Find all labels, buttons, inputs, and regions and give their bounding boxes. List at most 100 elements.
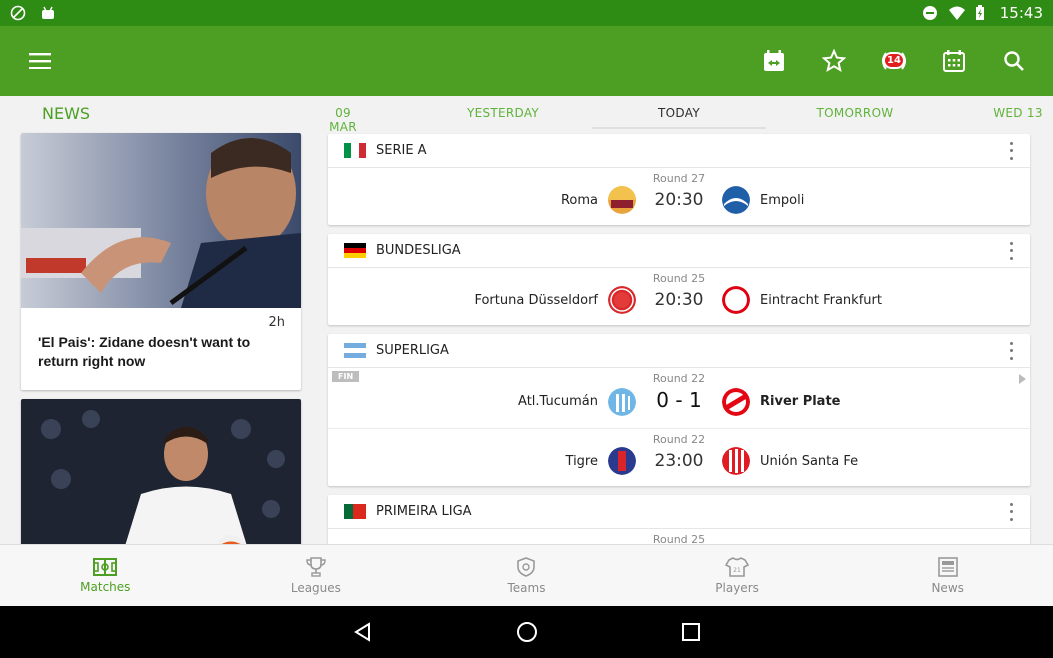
home-icon[interactable]	[515, 620, 539, 644]
match-time: 23:00	[654, 451, 704, 471]
clock: 15:43	[999, 4, 1043, 22]
pitch-icon	[93, 557, 118, 576]
empoli-crest-icon	[722, 186, 750, 214]
live-matches-icon[interactable]: 14	[873, 40, 915, 82]
menu-icon[interactable]	[20, 41, 60, 81]
nav-players[interactable]: 21 Players	[632, 545, 843, 606]
tab-date-past[interactable]: 09 MAR	[322, 106, 364, 134]
favorites-star-icon[interactable]	[813, 40, 855, 82]
league-name: SUPERLIGA	[376, 343, 449, 358]
nav-news[interactable]: News	[842, 545, 1053, 606]
match-time: 20:30	[654, 290, 704, 310]
news-section-title: NEWS	[42, 104, 91, 123]
tab-tomorrow[interactable]: TOMORROW	[794, 106, 916, 120]
nav-label: Leagues	[290, 580, 341, 595]
more-options-icon[interactable]	[1006, 341, 1016, 360]
recents-icon[interactable]	[679, 620, 703, 644]
river-plate-crest-icon	[722, 388, 750, 416]
tab-today[interactable]: TODAY	[592, 106, 766, 120]
league-header[interactable]: SERIE A	[328, 134, 1030, 168]
tab-date-future[interactable]: WED 13	[988, 106, 1048, 120]
nav-label: Matches	[80, 579, 131, 594]
away-team: Empoli	[760, 193, 805, 208]
league-header[interactable]: SUPERLIGA	[328, 334, 1030, 368]
date-switch-icon[interactable]	[753, 40, 795, 82]
jersey-icon: 21	[725, 556, 750, 577]
newspaper-icon	[937, 556, 958, 577]
home-team: Roma	[560, 193, 598, 208]
status-bar: 15:43	[0, 0, 1053, 26]
away-team: River Plate	[760, 394, 841, 409]
italy-flag-icon	[344, 143, 366, 158]
league-name: PRIMEIRA LIGA	[376, 504, 472, 519]
news-panel: NEWS 2h 'El Pais': Zidane doesn't want t…	[0, 96, 322, 544]
app-bar: 14	[0, 26, 1053, 96]
league-name: BUNDESLIGA	[376, 243, 461, 258]
news-headline: 'El Pais': Zidane doesn't want to return…	[38, 334, 251, 369]
match-round: Round 25	[652, 272, 706, 285]
match-row[interactable]: Round 22 Tigre 23:00 Unión Santa Fe	[328, 429, 1030, 486]
fortuna-crest-icon	[608, 286, 636, 314]
more-options-icon[interactable]	[1006, 241, 1016, 260]
match-row[interactable]: FIN Round 22 Atl.Tucumán 0 - 1 River Pla…	[328, 368, 1030, 429]
sync-off-icon	[10, 5, 26, 21]
tab-yesterday[interactable]: YESTERDAY	[442, 106, 564, 120]
union-crest-icon	[722, 447, 750, 475]
germany-flag-icon	[344, 243, 366, 258]
league-header[interactable]: PRIMEIRA LIGA	[328, 495, 1030, 529]
roma-crest-icon	[608, 186, 636, 214]
match-round: Round 27	[652, 172, 706, 185]
home-team: Fortuna Düsseldorf	[474, 293, 598, 308]
trophy-icon	[306, 556, 326, 577]
date-tabs: 09 MAR YESTERDAY TODAY TOMORROW WED 13	[322, 96, 1053, 134]
news-card[interactable]: 2h 'El Pais': Zidane doesn't want to ret…	[21, 133, 301, 390]
league-card: BUNDESLIGA Round 25 Fortuna Düsseldorf 2…	[328, 234, 1030, 325]
news-time: 2h	[268, 315, 285, 330]
tab-indicator	[592, 127, 766, 129]
league-name: SERIE A	[376, 143, 427, 158]
search-icon[interactable]	[993, 40, 1035, 82]
match-score: 0 - 1	[656, 388, 702, 412]
home-team: Tigre	[565, 454, 598, 469]
nav-teams[interactable]: Teams	[421, 545, 632, 606]
nav-label: Players	[715, 580, 759, 595]
frankfurt-crest-icon	[722, 286, 750, 314]
nav-label: News	[931, 580, 964, 595]
back-icon[interactable]	[351, 620, 375, 644]
league-card: SUPERLIGA FIN Round 22 Atl.Tucumán 0 - 1…	[328, 334, 1030, 486]
portugal-flag-icon	[344, 504, 366, 519]
calendar-icon[interactable]	[933, 40, 975, 82]
tucuman-crest-icon	[608, 388, 636, 416]
shield-icon	[517, 556, 536, 577]
live-count-badge: 14	[883, 52, 905, 69]
league-header[interactable]: BUNDESLIGA	[328, 234, 1030, 268]
match-round: Round 25	[652, 533, 706, 544]
match-row[interactable]: Round 25	[328, 529, 1030, 544]
nav-leagues[interactable]: Leagues	[211, 545, 422, 606]
nav-matches[interactable]: Matches	[0, 545, 211, 606]
away-team: Unión Santa Fe	[760, 454, 859, 469]
wifi-icon	[948, 5, 965, 21]
system-navigation-bar	[0, 606, 1053, 658]
match-row[interactable]: Round 27 Roma 20:30 Empoli	[328, 168, 1030, 225]
more-options-icon[interactable]	[1006, 141, 1016, 160]
home-team: Atl.Tucumán	[518, 394, 598, 409]
argentina-flag-icon	[344, 343, 366, 358]
more-options-icon[interactable]	[1006, 502, 1016, 521]
battery-icon	[974, 5, 990, 21]
away-team: Eintracht Frankfurt	[760, 293, 882, 308]
news-image	[21, 399, 301, 544]
league-card: SERIE A Round 27 Roma 20:30 Empoli	[328, 134, 1030, 225]
match-round: Round 22	[652, 372, 706, 385]
dnd-icon	[922, 5, 938, 21]
league-card: PRIMEIRA LIGA Round 25	[328, 495, 1030, 544]
bottom-navigation: Matches Leagues Teams 21 Players News	[0, 544, 1053, 606]
match-round: Round 22	[652, 433, 706, 446]
news-card[interactable]	[21, 399, 301, 544]
matches-list: SERIE A Round 27 Roma 20:30 Empoli BUNDE…	[322, 131, 1036, 544]
tigre-crest-icon	[608, 447, 636, 475]
match-row[interactable]: Round 25 Fortuna Düsseldorf 20:30 Eintra…	[328, 268, 1030, 325]
nav-label: Teams	[507, 580, 546, 595]
news-image	[21, 133, 301, 308]
svg-text:21: 21	[733, 567, 741, 574]
